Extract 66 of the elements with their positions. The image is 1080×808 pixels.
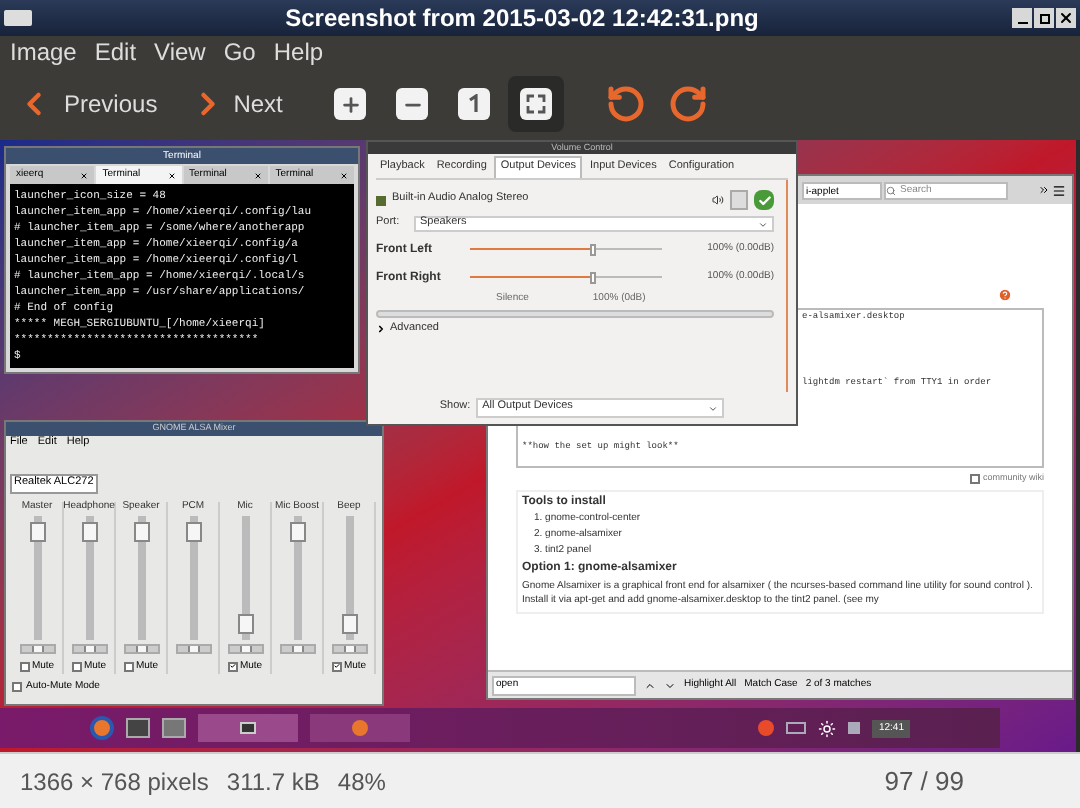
mute-checkbox[interactable] [227, 661, 238, 671]
browser-icon [352, 720, 368, 736]
volume-slider[interactable] [137, 516, 145, 640]
overflow-icon[interactable] [1038, 184, 1050, 196]
volume-slider[interactable] [85, 516, 93, 640]
community-wiki-checkbox[interactable] [970, 474, 981, 484]
balance-slider[interactable] [331, 644, 367, 654]
menu-icon[interactable] [1052, 183, 1066, 197]
volume-slider[interactable] [189, 516, 197, 640]
volume-icon [848, 722, 861, 734]
volume-slider[interactable] [470, 271, 662, 283]
browser-icon [90, 716, 114, 740]
search-icon [886, 185, 896, 195]
tray-icon [758, 720, 775, 736]
mute-checkbox[interactable] [71, 661, 82, 671]
mute-checkbox[interactable] [123, 661, 134, 671]
next-button[interactable]: Next [189, 86, 283, 122]
volume-slider[interactable] [33, 516, 41, 640]
mute-checkbox[interactable] [331, 661, 342, 671]
minimize-button[interactable] [1012, 8, 1032, 28]
default-toggle[interactable] [754, 190, 774, 210]
volume-slider[interactable] [345, 516, 353, 640]
menu-item[interactable]: View [154, 40, 206, 64]
sound-card-icon [376, 195, 386, 205]
close-button[interactable] [1056, 8, 1076, 28]
fit-icon [520, 88, 553, 120]
menu-item[interactable]: Edit [94, 40, 137, 64]
window-icon [162, 718, 186, 738]
balance-slider[interactable] [71, 644, 107, 654]
balance-slider[interactable] [123, 644, 159, 654]
image-dimensions: 1366 × 768 pixels [20, 765, 209, 799]
sun-icon [818, 719, 837, 737]
mute-checkbox[interactable] [19, 661, 30, 671]
balance-slider[interactable] [279, 644, 315, 654]
find-previous-button[interactable] [644, 679, 656, 691]
menu-item[interactable]: Help [273, 40, 324, 64]
help-icon[interactable] [998, 288, 1012, 302]
volume-slider[interactable] [470, 243, 662, 255]
menu-item[interactable]: Image [10, 40, 77, 64]
auto-mute-checkbox[interactable] [12, 682, 22, 692]
app-icon [4, 10, 32, 26]
terminal-icon [240, 722, 256, 734]
file-size: 311.7 kB [226, 765, 320, 799]
balance-slider[interactable] [227, 644, 263, 654]
balance-slider[interactable] [175, 644, 211, 654]
zoom-in-icon [334, 88, 367, 120]
rotate-left-icon [606, 84, 647, 124]
balance-slider[interactable] [19, 644, 55, 654]
volume-slider[interactable] [241, 516, 249, 640]
image-position: 97 / 99 [884, 763, 964, 800]
terminal-icon [126, 718, 150, 738]
zoom-out-icon [396, 88, 429, 120]
mute-toggle[interactable] [730, 190, 748, 210]
tray-icon [786, 722, 807, 734]
menu-item[interactable]: Go [223, 40, 256, 64]
normal-size-icon [458, 88, 491, 120]
speaker-icon [712, 194, 724, 206]
volume-slider[interactable] [293, 516, 301, 640]
zoom-level: 48% [337, 765, 386, 799]
rotate-right-icon [668, 84, 709, 124]
best-fit-button[interactable] [508, 76, 565, 132]
maximize-button[interactable] [1034, 8, 1054, 28]
previous-button[interactable]: Previous [16, 86, 158, 122]
find-next-button[interactable] [664, 679, 676, 691]
window-title: Screenshot from 2015-03-02 12:42:31.png [283, 6, 761, 30]
taskbar-task[interactable] [198, 714, 298, 742]
